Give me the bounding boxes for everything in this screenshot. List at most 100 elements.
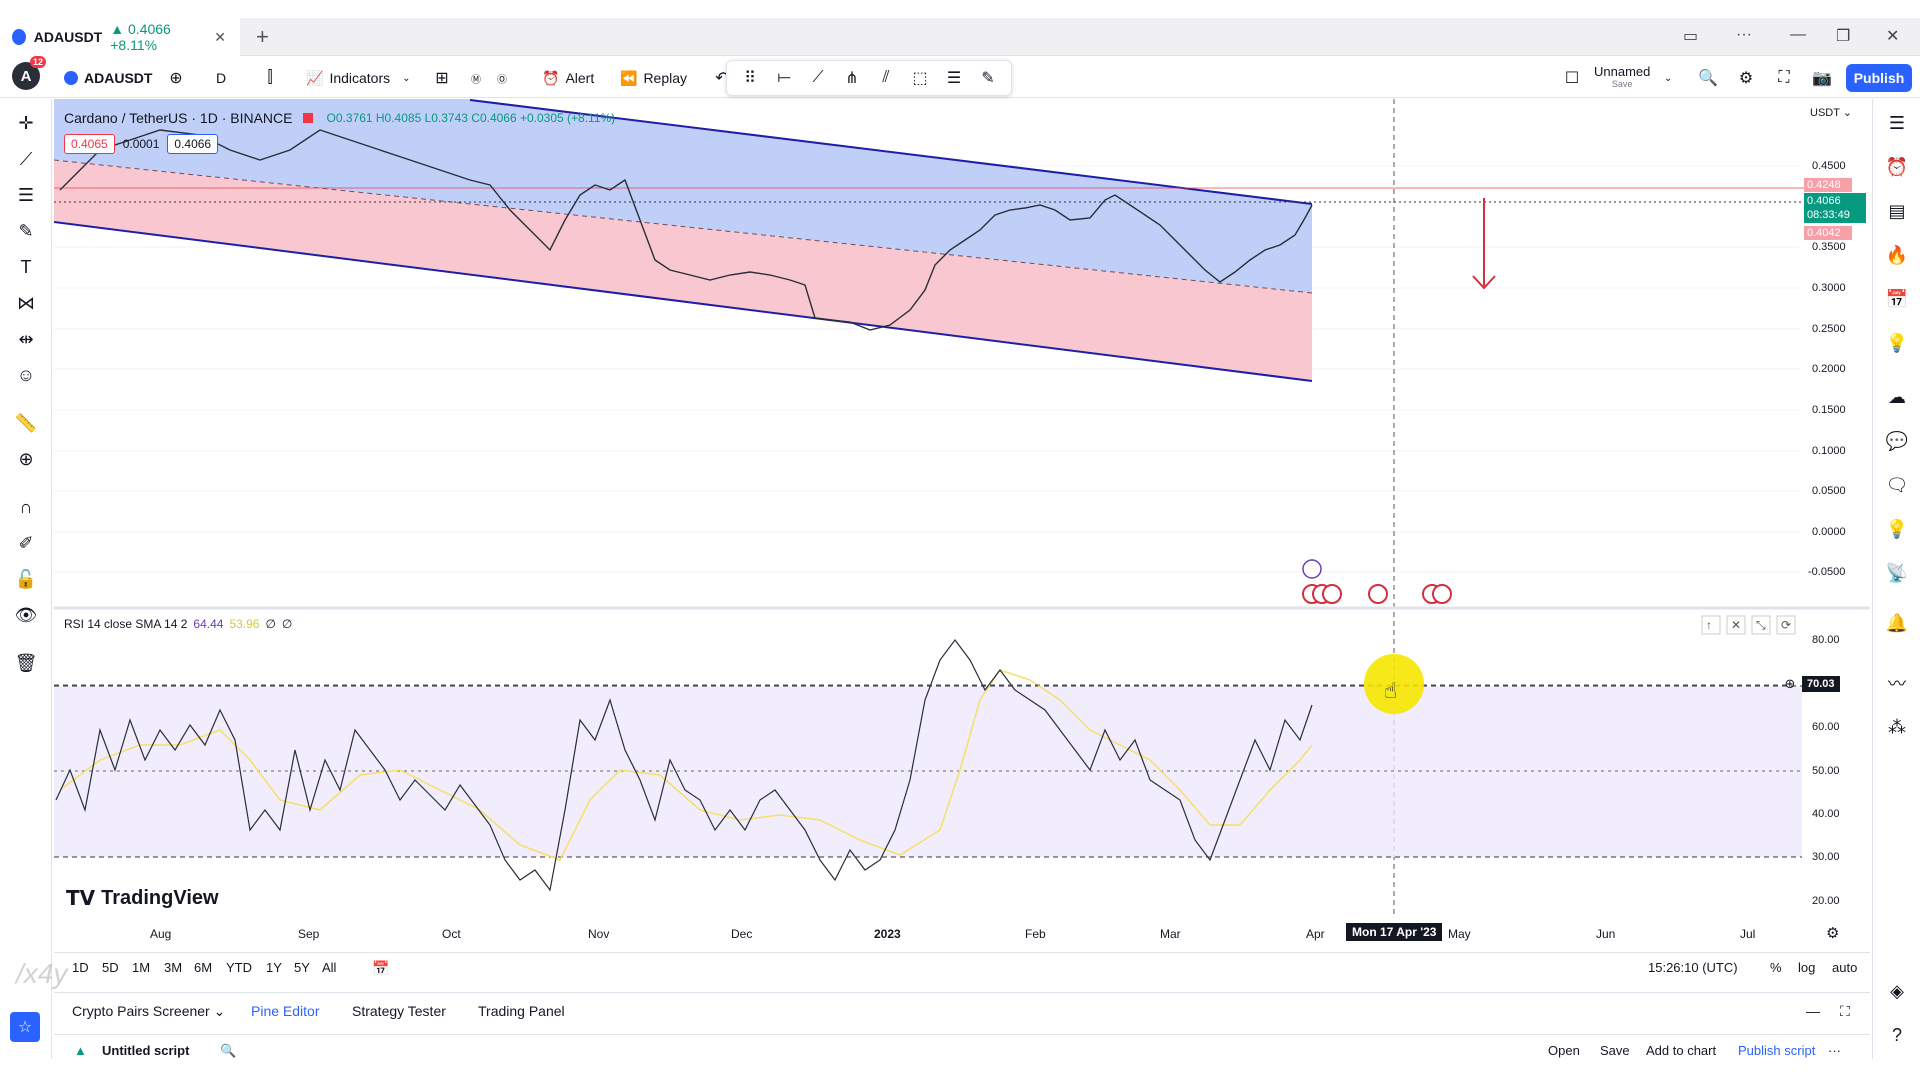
minimize-icon[interactable]: — [1790, 26, 1806, 44]
window-close-icon[interactable]: ✕ [1886, 26, 1899, 46]
script-name[interactable]: Untitled script [102, 1043, 189, 1058]
minimize-panel-icon[interactable]: — [1806, 1003, 1820, 1019]
new-tab-button[interactable]: + [256, 24, 269, 50]
gear-icon[interactable]: ⚙ [1734, 66, 1758, 90]
lock-drawing-icon[interactable]: ✐ [12, 529, 40, 557]
search-icon[interactable]: 🔍 [1696, 66, 1720, 90]
ruler-icon[interactable]: 📏 [12, 409, 40, 437]
economic-event-flags[interactable] [1302, 584, 1452, 604]
help-bulb-icon[interactable]: 💡 [1883, 515, 1911, 543]
restore-icon[interactable]: ❐ [1836, 26, 1850, 46]
axis-settings-gear-icon[interactable]: ⚙ [1826, 924, 1839, 942]
lock-icon[interactable]: 🔓 [12, 565, 40, 593]
event-lightning-icon[interactable] [1302, 559, 1322, 579]
utc-clock[interactable]: 15:26:10 (UTC) [1648, 960, 1738, 975]
add-to-chart-button[interactable]: Add to chart [1646, 1043, 1716, 1058]
rectangle-icon[interactable]: ⬚ [908, 66, 932, 90]
eye-icon[interactable]: 👁 [12, 601, 40, 629]
zoom-in-icon[interactable]: ⊕ [12, 445, 40, 473]
parallel-channel-icon[interactable]: ⫽ [874, 66, 898, 90]
avatar[interactable]: A 12 [12, 56, 46, 90]
fib-lines-icon[interactable]: ☰ [942, 66, 966, 90]
ideas-icon[interactable]: 💡 [1883, 329, 1911, 357]
tf-6m[interactable]: 6M [194, 960, 212, 975]
horizontal-line-icon[interactable]: ⟝ [772, 66, 796, 90]
messages-icon[interactable]: 🗨 [1883, 471, 1911, 499]
replay-button[interactable]: ⏪ Replay [620, 66, 687, 90]
interval-button[interactable]: D [216, 66, 226, 90]
hotlist-icon[interactable]: 🔥 [1883, 241, 1911, 269]
maximize-panel-icon[interactable]: ⛶ [1840, 1003, 1850, 1020]
chart-title[interactable]: Cardano / TetherUS · 1D · BINANCE [64, 110, 293, 126]
tf-1y[interactable]: 1Y [266, 960, 282, 975]
data-window-icon[interactable]: ▤ [1883, 197, 1911, 225]
tf-ytd[interactable]: YTD [226, 960, 252, 975]
ask-price[interactable]: 0.4066 [167, 134, 219, 154]
camera-icon[interactable]: 📷 [1810, 66, 1834, 90]
watchlist-icon[interactable]: ☰ [1883, 109, 1911, 137]
order-panel-icon[interactable]: ⁂ [1883, 713, 1911, 741]
indicators-button[interactable]: 📈 Indicators ⌄ [306, 66, 411, 90]
tab-close-icon[interactable]: ✕ [214, 29, 226, 46]
chart-canvas[interactable]: ☝ ↑ ✕ ⤡ ⟳ [54, 99, 1870, 975]
script-save-button[interactable]: Save [1600, 1043, 1630, 1058]
chart-type-candles-icon[interactable]: ⫿ [258, 66, 282, 90]
fullscreen-icon[interactable]: ⛶ [1772, 66, 1796, 90]
screen-icon[interactable]: ▭ [1683, 26, 1698, 46]
add-plus-icon[interactable]: ⊕ [1780, 676, 1800, 694]
trendline-tool-icon[interactable]: ⟋ [12, 145, 40, 173]
tab-crypto-pairs-screener[interactable]: Crypto Pairs Screener ⌄ [72, 1003, 225, 1020]
trash-icon[interactable]: 🗑 [12, 649, 40, 677]
tf-5d[interactable]: 5D [102, 960, 119, 975]
tf-all[interactable]: All [322, 960, 336, 975]
currency-label[interactable]: USDT ⌄ [1810, 106, 1852, 119]
o-icon[interactable]: Ⓞ [490, 66, 514, 90]
prediction-tool-icon[interactable]: ⇹ [12, 325, 40, 353]
text-tool-icon[interactable]: T [12, 253, 40, 281]
star-icon[interactable]: ☆ [10, 1012, 40, 1042]
tab-strategy-tester[interactable]: Strategy Tester [352, 1003, 446, 1019]
date-range-icon[interactable]: 📅 [372, 960, 389, 977]
tf-1m[interactable]: 1M [132, 960, 150, 975]
templates-grid-icon[interactable]: ⊞ [430, 66, 454, 90]
symbol-search-button[interactable]: ADAUSDT [64, 66, 152, 90]
streams-icon[interactable]: 📡 [1883, 559, 1911, 587]
m-icon[interactable]: Ⓜ [464, 66, 488, 90]
alert-button[interactable]: ⏰ Alert [542, 66, 594, 90]
layout-name-button[interactable]: Unnamed Save [1594, 64, 1650, 89]
tf-3m[interactable]: 3M [164, 960, 182, 975]
pitchfork-icon[interactable]: ⋔ [840, 66, 864, 90]
brush-icon[interactable]: ✎ [976, 66, 1000, 90]
script-open-button[interactable]: Open [1548, 1043, 1580, 1058]
publish-script-button[interactable]: Publish script [1738, 1043, 1815, 1058]
chevron-down-icon[interactable]: ⌄ [1664, 66, 1672, 90]
tf-1d[interactable]: 1D [72, 960, 89, 975]
more-icon[interactable]: ··· [1828, 1043, 1841, 1058]
calendar-icon[interactable]: 📅 [1883, 285, 1911, 313]
alerts-icon[interactable]: ⏰ [1883, 153, 1911, 181]
tf-5y[interactable]: 5Y [294, 960, 310, 975]
notifications-icon[interactable]: 🔔 [1883, 609, 1911, 637]
publish-button[interactable]: Publish [1846, 64, 1912, 92]
layers-icon[interactable]: ◈ [1883, 977, 1911, 1005]
tab-pine-editor[interactable]: Pine Editor [251, 1003, 319, 1019]
search-icon[interactable]: 🔍 [220, 1043, 236, 1059]
pattern-tool-icon[interactable]: ⋈ [12, 289, 40, 317]
brush-tool-icon[interactable]: ✎ [12, 217, 40, 245]
auto-toggle[interactable]: auto [1832, 960, 1857, 975]
tab-trading-panel[interactable]: Trading Panel [478, 1003, 565, 1019]
dom-icon[interactable]: 〰 [1883, 669, 1911, 697]
fib-tool-icon[interactable]: ☰ [12, 181, 40, 209]
magnet-icon[interactable]: ∩ [12, 493, 40, 521]
layout-square-icon[interactable]: ☐ [1560, 66, 1584, 90]
chats-icon[interactable]: 💬 [1883, 427, 1911, 455]
pane-controls[interactable]: ↑ ✕ ⤡ ⟳ [1701, 615, 1796, 635]
trend-line-icon[interactable]: ⟋ [806, 66, 830, 90]
bid-price[interactable]: 0.4065 [64, 134, 115, 154]
more-icon[interactable]: ··· [1736, 26, 1752, 44]
compare-plus-icon[interactable]: ⊕ [164, 66, 188, 90]
drag-handle-icon[interactable]: ⠿ [738, 66, 762, 90]
crosshair-icon[interactable]: ✛ [12, 109, 40, 137]
cloud-icon[interactable]: ☁ [1883, 383, 1911, 411]
browser-tab[interactable]: ADAUSDT ▲ 0.4066 +8.11% ✕ [0, 18, 240, 56]
